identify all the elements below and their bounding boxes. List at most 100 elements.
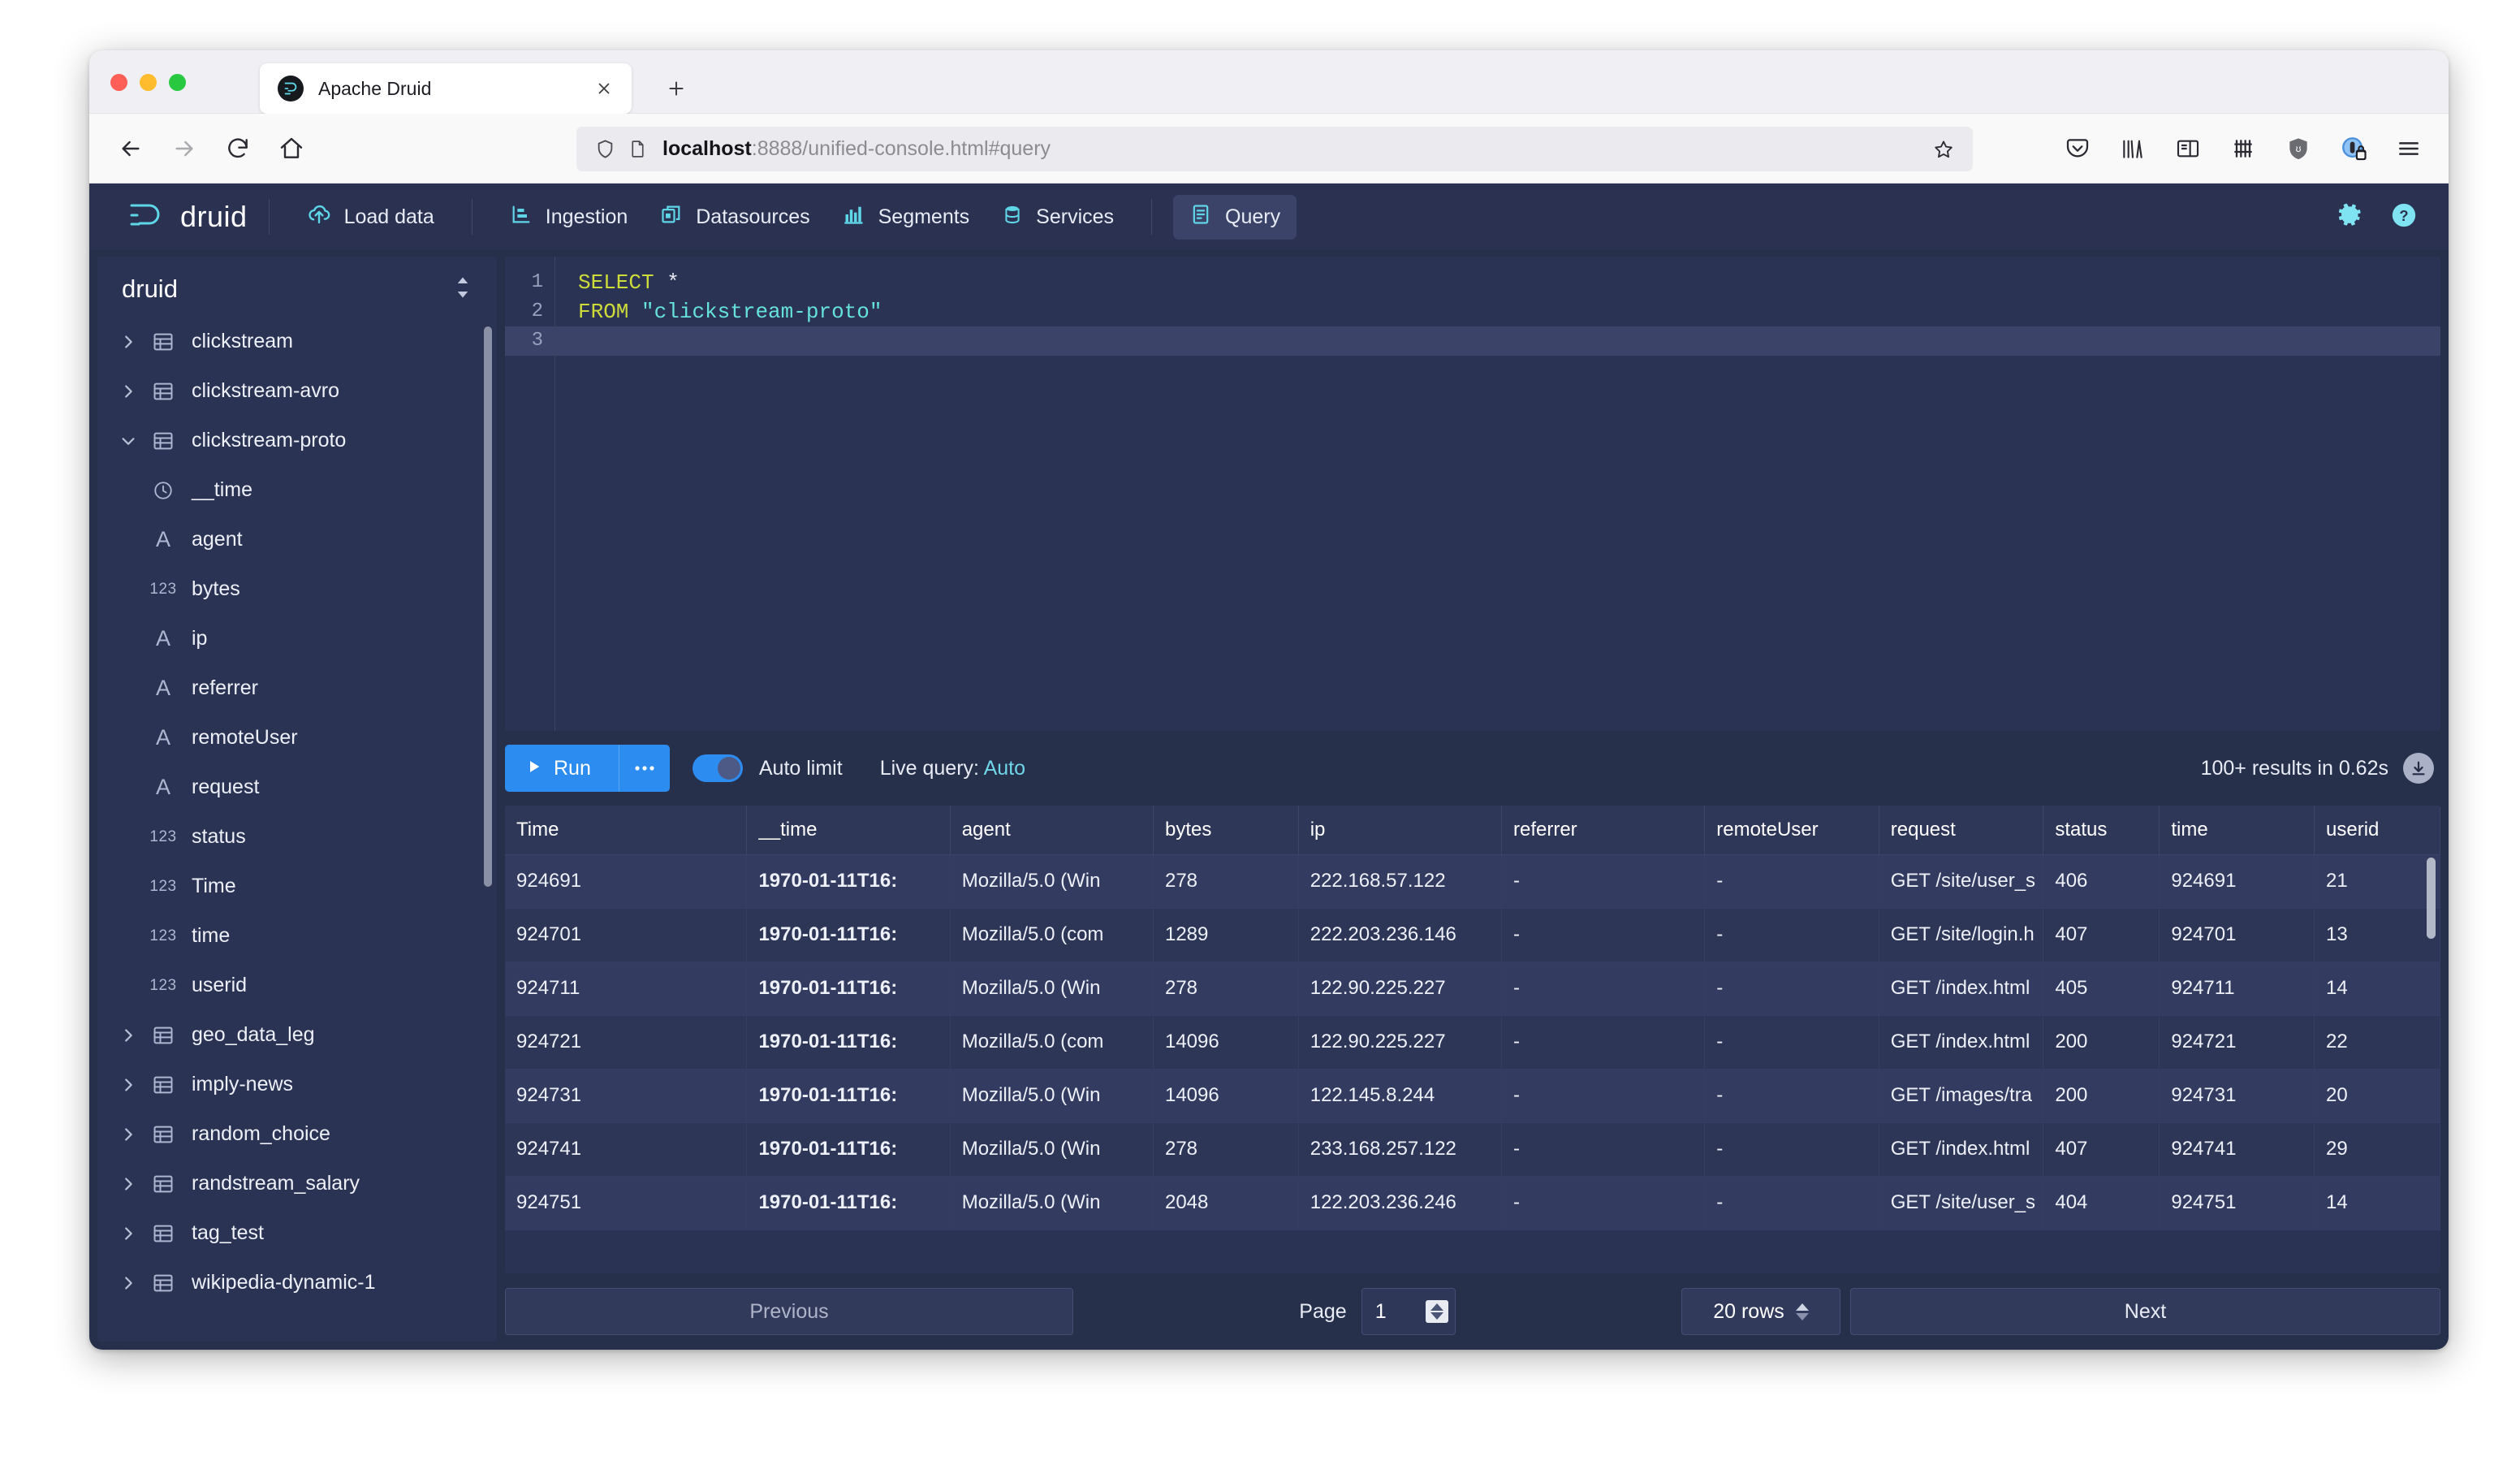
column-header-userid[interactable]: userid bbox=[2315, 806, 2440, 854]
tree-datasource-geo-data-leg[interactable]: geo_data_leg bbox=[97, 1010, 497, 1060]
table-row[interactable]: 9247011970-01-11T16:Mozilla/5.0 (com1289… bbox=[505, 908, 2440, 962]
editor-line[interactable] bbox=[555, 326, 2440, 356]
nav-item-ingestion[interactable]: Ingestion bbox=[494, 195, 644, 240]
url-text[interactable]: localhost:8888/unified-console.html#quer… bbox=[662, 137, 1932, 161]
sidebar-icon[interactable] bbox=[2164, 125, 2211, 172]
home-icon[interactable] bbox=[268, 125, 315, 172]
run-button[interactable]: Run bbox=[505, 745, 619, 792]
page-icon[interactable] bbox=[628, 139, 648, 159]
close-window-button[interactable] bbox=[110, 74, 127, 91]
nav-item-segments[interactable]: Segments bbox=[826, 195, 986, 240]
tree-column-request[interactable]: Arequest bbox=[97, 763, 497, 812]
chevron-right-icon[interactable] bbox=[112, 1126, 145, 1143]
rows-per-page-select[interactable]: 20 rows bbox=[1681, 1288, 1840, 1335]
library-icon[interactable] bbox=[2109, 125, 2156, 172]
live-query-status[interactable]: Live query: Auto bbox=[880, 757, 1025, 780]
stepper-updown-icon[interactable] bbox=[1426, 1300, 1448, 1323]
table-row[interactable]: 9247111970-01-11T16:Mozilla/5.0 (Win2781… bbox=[505, 962, 2440, 1015]
ellipsis-icon[interactable] bbox=[619, 745, 670, 792]
nav-item-datasources[interactable]: Datasources bbox=[644, 195, 826, 240]
chevron-right-icon[interactable] bbox=[112, 1225, 145, 1242]
auto-limit-toggle[interactable] bbox=[693, 754, 743, 782]
column-header-agent[interactable]: agent bbox=[950, 806, 1153, 854]
tree-column-time[interactable]: 123time bbox=[97, 911, 497, 961]
gear-icon[interactable] bbox=[2337, 201, 2364, 233]
tree-datasource-wikipedia-dynamic-1[interactable]: wikipedia-dynamic-1 bbox=[97, 1258, 497, 1307]
column-header-Time[interactable]: Time bbox=[505, 806, 747, 854]
column-header-u_time[interactable]: __time bbox=[747, 806, 950, 854]
editor-line[interactable]: FROM "clickstream-proto" bbox=[555, 297, 2440, 326]
chevron-down-icon[interactable] bbox=[112, 432, 145, 450]
results-table-scrollbar[interactable] bbox=[2427, 858, 2436, 939]
tree-datasource-imply-news[interactable]: imply-news bbox=[97, 1060, 497, 1109]
stepper-updown-icon[interactable] bbox=[1796, 1303, 1809, 1320]
help-icon[interactable]: ? bbox=[2390, 201, 2418, 233]
hamburger-menu-icon[interactable] bbox=[2385, 125, 2432, 172]
table-row[interactable]: 9246911970-01-11T16:Mozilla/5.0 (Win2782… bbox=[505, 854, 2440, 908]
table-row[interactable]: 9247211970-01-11T16:Mozilla/5.0 (com1409… bbox=[505, 1015, 2440, 1069]
sort-updown-icon[interactable] bbox=[453, 275, 472, 304]
pocket-icon[interactable] bbox=[2054, 125, 2101, 172]
url-bar[interactable]: localhost:8888/unified-console.html#quer… bbox=[576, 127, 1973, 171]
chevron-right-icon[interactable] bbox=[112, 1076, 145, 1094]
tree-column-userid[interactable]: 123userid bbox=[97, 961, 497, 1010]
star-icon[interactable] bbox=[1932, 138, 1955, 161]
previous-page-button[interactable]: Previous bbox=[505, 1288, 1073, 1335]
tree-column---time[interactable]: __time bbox=[97, 465, 497, 515]
page-number-input[interactable]: 1 bbox=[1361, 1288, 1456, 1335]
minimize-window-button[interactable] bbox=[140, 74, 157, 91]
download-arrow-icon[interactable] bbox=[2403, 753, 2434, 784]
tree-column-remoteuser[interactable]: AremoteUser bbox=[97, 713, 497, 763]
next-page-button[interactable]: Next bbox=[1850, 1288, 2440, 1335]
forward-arrow-icon[interactable] bbox=[161, 125, 208, 172]
live-query-value: Auto bbox=[984, 757, 1025, 780]
nav-item-services[interactable]: Services bbox=[986, 195, 1130, 240]
table-row[interactable]: 9247411970-01-11T16:Mozilla/5.0 (Win2782… bbox=[505, 1122, 2440, 1176]
column-header-status[interactable]: status bbox=[2043, 806, 2160, 854]
containers-icon[interactable] bbox=[2220, 125, 2267, 172]
tree-column-referrer[interactable]: Areferrer bbox=[97, 663, 497, 713]
chevron-right-icon[interactable] bbox=[112, 382, 145, 400]
tree-column-agent[interactable]: Aagent bbox=[97, 515, 497, 564]
sql-editor[interactable]: 123 SELECT *FROM "clickstream-proto" bbox=[505, 257, 2440, 731]
run-button-group[interactable]: Run bbox=[505, 745, 670, 792]
browser-tab-apache-druid[interactable]: Apache Druid bbox=[260, 63, 632, 114]
tree-column-bytes[interactable]: 123bytes bbox=[97, 564, 497, 614]
nav-item-load-data[interactable]: Load data bbox=[291, 194, 451, 240]
nav-item-query[interactable]: Query bbox=[1173, 195, 1297, 240]
privacy-lock-icon[interactable] bbox=[2330, 125, 2377, 172]
column-header-time[interactable]: time bbox=[2160, 806, 2315, 854]
column-header-bytes[interactable]: bytes bbox=[1153, 806, 1298, 854]
column-header-remoteUser[interactable]: remoteUser bbox=[1705, 806, 1879, 854]
column-header-referrer[interactable]: referrer bbox=[1501, 806, 1704, 854]
chevron-right-icon[interactable] bbox=[112, 1274, 145, 1292]
tree-column-time[interactable]: 123Time bbox=[97, 862, 497, 911]
sidebar-scrollbar[interactable] bbox=[484, 326, 492, 887]
druid-brand[interactable]: druid bbox=[125, 199, 248, 236]
tree-datasource-clickstream-avro[interactable]: clickstream-avro bbox=[97, 366, 497, 416]
tree-datasource-random-choice[interactable]: random_choice bbox=[97, 1109, 497, 1159]
tree-datasource-clickstream[interactable]: clickstream bbox=[97, 317, 497, 366]
maximize-window-button[interactable] bbox=[169, 74, 186, 91]
table-row[interactable]: 9247311970-01-11T16:Mozilla/5.0 (Win1409… bbox=[505, 1069, 2440, 1122]
chevron-right-icon[interactable] bbox=[112, 1026, 145, 1044]
column-header-ip[interactable]: ip bbox=[1298, 806, 1501, 854]
editor-line[interactable]: SELECT * bbox=[555, 268, 2440, 297]
reload-icon[interactable] bbox=[214, 125, 261, 172]
editor-code[interactable]: SELECT *FROM "clickstream-proto" bbox=[555, 257, 2440, 731]
new-tab-button[interactable] bbox=[658, 70, 695, 107]
tree-datasource-randstream-salary[interactable]: randstream_salary bbox=[97, 1159, 497, 1208]
close-icon[interactable] bbox=[588, 72, 620, 105]
tree-column-status[interactable]: 123status bbox=[97, 812, 497, 862]
chevron-right-icon[interactable] bbox=[112, 1175, 145, 1193]
back-arrow-icon[interactable] bbox=[107, 125, 154, 172]
shield-icon[interactable] bbox=[594, 138, 616, 160]
column-header-request[interactable]: request bbox=[1879, 806, 2043, 854]
ublock-shield-icon[interactable]: ʊ bbox=[2275, 125, 2322, 172]
tree-datasource-tag-test[interactable]: tag_test bbox=[97, 1208, 497, 1258]
chevron-right-icon[interactable] bbox=[112, 333, 145, 351]
tree-datasource-clickstream-proto[interactable]: clickstream-proto bbox=[97, 416, 497, 465]
table-row[interactable]: 9247511970-01-11T16:Mozilla/5.0 (Win2048… bbox=[505, 1176, 2440, 1229]
tree-column-ip[interactable]: Aip bbox=[97, 614, 497, 663]
cell-ip: 122.90.225.227 bbox=[1298, 1015, 1501, 1069]
